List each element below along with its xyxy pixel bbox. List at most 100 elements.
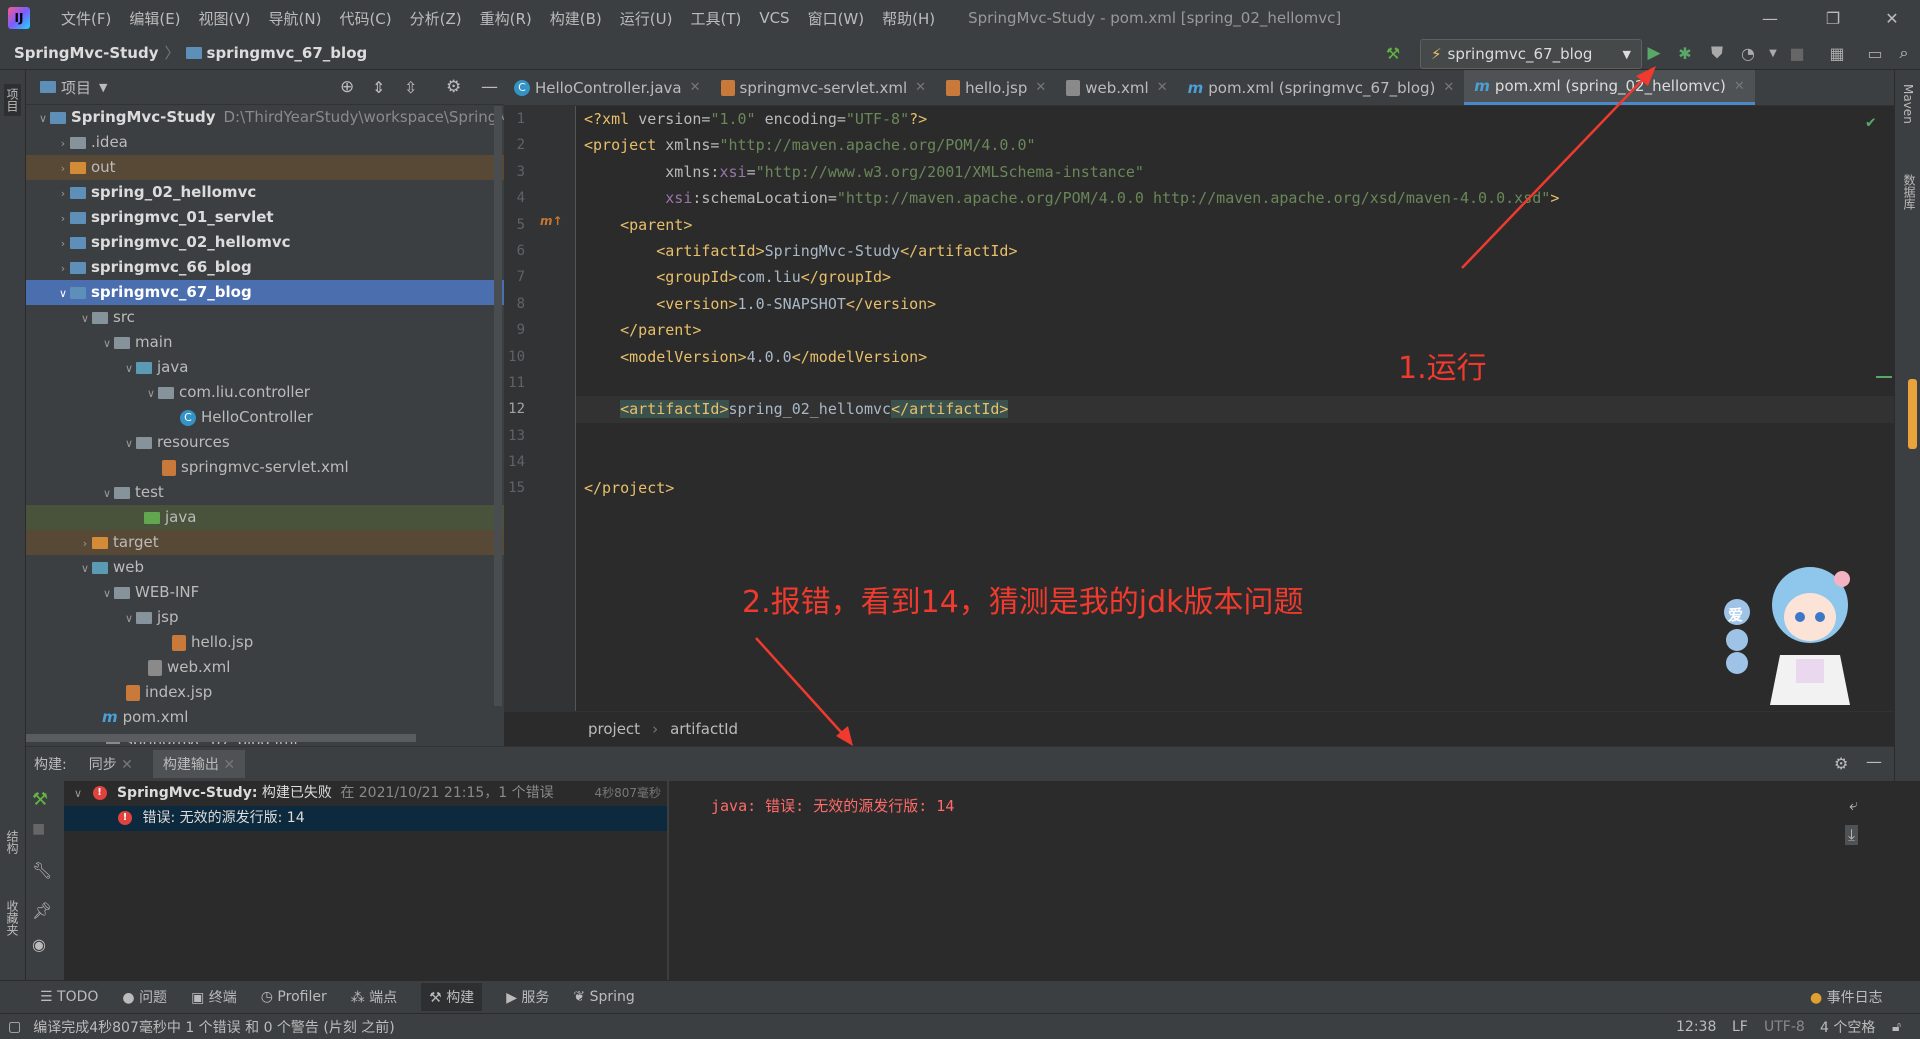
breadcrumb-project-tag[interactable]: project: [588, 720, 640, 738]
close-tab-icon[interactable]: ✕: [121, 757, 133, 773]
problems-tool-button[interactable]: ● 问题: [122, 987, 167, 1007]
project-structure-icon[interactable]: ▦: [1826, 42, 1848, 64]
menu-code[interactable]: 代码(C): [330, 8, 400, 29]
menu-run[interactable]: 运行(U): [611, 8, 682, 29]
todo-tool-button[interactable]: ☰ TODO: [40, 989, 98, 1005]
profile-icon[interactable]: ◔: [1737, 42, 1759, 64]
line-separator[interactable]: LF: [1732, 1019, 1748, 1035]
restore-icon[interactable]: ❐: [1808, 0, 1858, 36]
run-icon[interactable]: ▶: [1643, 42, 1665, 64]
terminal-tool-button[interactable]: ▣ 终端: [191, 987, 237, 1007]
tree-item[interactable]: › springmvc_01_servlet: [26, 205, 504, 230]
layout-icon[interactable]: ▭: [1864, 42, 1886, 64]
menu-view[interactable]: 视图(V): [190, 8, 260, 29]
tab-web-xml[interactable]: web.xml ✕: [1056, 70, 1177, 105]
breadcrumb-module[interactable]: springmvc_67_blog: [207, 44, 368, 62]
scroll-marker[interactable]: [1908, 379, 1917, 449]
close-tab-icon[interactable]: ✕: [1157, 80, 1168, 95]
structure-tool-tab[interactable]: 结构: [4, 830, 21, 854]
gear-icon[interactable]: ⚙: [446, 77, 461, 97]
close-tab-icon[interactable]: ✕: [915, 80, 926, 95]
tree-item[interactable]: ∨ web: [26, 555, 504, 580]
tree-item-selected[interactable]: ∨ springmvc_67_blog: [26, 280, 504, 305]
status-message[interactable]: 编译完成4秒807毫秒中 1 个错误 和 0 个警告 (片刻 之前): [33, 1017, 395, 1037]
hide-panel-icon[interactable]: —: [481, 77, 498, 97]
close-tab-icon[interactable]: ✕: [223, 757, 235, 773]
tree-item[interactable]: › out: [26, 155, 504, 180]
menu-build[interactable]: 构建(B): [541, 8, 611, 29]
menu-help[interactable]: 帮助(H): [873, 8, 944, 29]
build-tool-button[interactable]: ⚒ 构建: [421, 983, 483, 1011]
favorites-tool-tab[interactable]: 收藏夹: [4, 900, 21, 936]
profiler-tool-button[interactable]: ◷ Profiler: [261, 989, 327, 1005]
menu-analyze[interactable]: 分析(Z): [401, 8, 471, 29]
close-icon[interactable]: ✕: [1867, 0, 1917, 36]
maven-parent-gutter-icon[interactable]: m↑: [540, 214, 563, 228]
pin-icon[interactable]: 📌︎: [32, 901, 58, 935]
tree-item[interactable]: › springmvc_02_hellomvc: [26, 230, 504, 255]
caret-position[interactable]: 12:38: [1676, 1019, 1716, 1035]
tree-item[interactable]: ∨ com.liu.controller: [26, 380, 504, 405]
menu-edit[interactable]: 编辑(E): [120, 8, 189, 29]
tree-item[interactable]: ∨ resources: [26, 430, 504, 455]
panel-toggle-icon[interactable]: ▢: [8, 1019, 21, 1035]
tree-item[interactable]: ∨ main: [26, 330, 504, 355]
stop-icon[interactable]: ■: [32, 821, 58, 861]
tree-item[interactable]: › target: [26, 530, 504, 555]
tree-item[interactable]: ∨ WEB-INF: [26, 580, 504, 605]
close-tab-icon[interactable]: ✕: [1443, 80, 1454, 95]
locate-icon[interactable]: ⊕: [340, 77, 354, 97]
lock-icon[interactable]: 🔓︎: [1892, 1019, 1901, 1035]
menu-vcs[interactable]: VCS: [750, 9, 798, 27]
tab-hellocontroller[interactable]: C HelloController.java ✕: [504, 70, 711, 105]
more-run-chevron-icon[interactable]: ▼: [1762, 42, 1784, 64]
file-encoding[interactable]: UTF-8: [1764, 1019, 1805, 1035]
tree-item[interactable]: ∨ java: [26, 355, 504, 380]
menu-navigate[interactable]: 导航(N): [260, 8, 331, 29]
tab-springmvc-servlet-xml[interactable]: springmvc-servlet.xml ✕: [711, 70, 937, 105]
project-tool-tab[interactable]: 项目: [4, 84, 21, 116]
breadcrumb-project[interactable]: SpringMvc-Study: [14, 44, 159, 62]
search-icon[interactable]: ⌕: [1893, 42, 1915, 64]
tree-item[interactable]: web.xml: [26, 655, 504, 680]
tree-item[interactable]: ∨ jsp: [26, 605, 504, 630]
tree-item[interactable]: › .idea: [26, 130, 504, 155]
tree-item[interactable]: ∨ test: [26, 480, 504, 505]
tree-item[interactable]: › spring_02_hellomvc: [26, 180, 504, 205]
build-error-row[interactable]: ! 错误: 无效的源发行版: 14: [64, 806, 667, 831]
endpoints-tool-button[interactable]: ⁂ 端点: [351, 987, 397, 1007]
breadcrumb-artifactid-tag[interactable]: artifactId: [670, 720, 738, 738]
event-log-button[interactable]: ● 事件日志: [1810, 987, 1883, 1007]
tab-pom-67-blog[interactable]: m pom.xml (springmvc_67_blog) ✕: [1178, 70, 1465, 105]
build-hammer-icon[interactable]: ⚒: [1382, 42, 1404, 64]
gear-icon[interactable]: ⚙: [1834, 754, 1848, 773]
tree-item[interactable]: C HelloController: [26, 405, 504, 430]
build-summary-row[interactable]: ∨ ! SpringMvc-Study: 构建已失败 在 2021/10/21 …: [64, 781, 667, 806]
project-view-label[interactable]: 项目: [61, 77, 91, 98]
debug-icon[interactable]: ✱: [1674, 42, 1696, 64]
run-config-select[interactable]: ⚡ springmvc_67_blog ▼: [1420, 39, 1642, 69]
hide-panel-icon[interactable]: —: [1866, 752, 1882, 771]
close-tab-icon[interactable]: ✕: [1035, 80, 1046, 95]
eye-icon[interactable]: ◉: [32, 935, 58, 965]
build-output-console[interactable]: java: 错误: 无效的源发行版: 14 ⤶ ⤓: [669, 781, 1920, 995]
horizontal-scrollbar[interactable]: [26, 734, 416, 742]
collapse-all-icon[interactable]: ⇳: [404, 78, 417, 97]
stop-icon[interactable]: ■: [1786, 42, 1808, 64]
tree-item[interactable]: hello.jsp: [26, 630, 504, 655]
minimize-icon[interactable]: —: [1745, 0, 1795, 36]
tree-item[interactable]: m pom.xml: [26, 705, 504, 730]
coverage-icon[interactable]: ⛊: [1706, 42, 1728, 64]
services-tool-button[interactable]: ▶ 服务: [506, 987, 549, 1007]
tree-item[interactable]: springmvc-servlet.xml: [26, 455, 504, 480]
tab-pom-02-hellomvc[interactable]: m pom.xml (spring_02_hellomvc) ✕: [1464, 70, 1755, 105]
tree-item[interactable]: › springmvc_66_blog: [26, 255, 504, 280]
tab-sync[interactable]: 同步 ✕: [89, 754, 133, 774]
database-tool-tab[interactable]: 数据库: [1901, 174, 1918, 210]
menu-refactor[interactable]: 重构(R): [471, 8, 541, 29]
tree-item[interactable]: ∨ SpringMvc-Study D:\ThirdYearStudy\worksp…: [26, 105, 510, 130]
menu-window[interactable]: 窗口(W): [799, 8, 874, 29]
menu-tools[interactable]: 工具(T): [681, 8, 750, 29]
tree-item[interactable]: ∨ src: [26, 305, 504, 330]
spring-tool-button[interactable]: ❦ Spring: [573, 989, 634, 1005]
